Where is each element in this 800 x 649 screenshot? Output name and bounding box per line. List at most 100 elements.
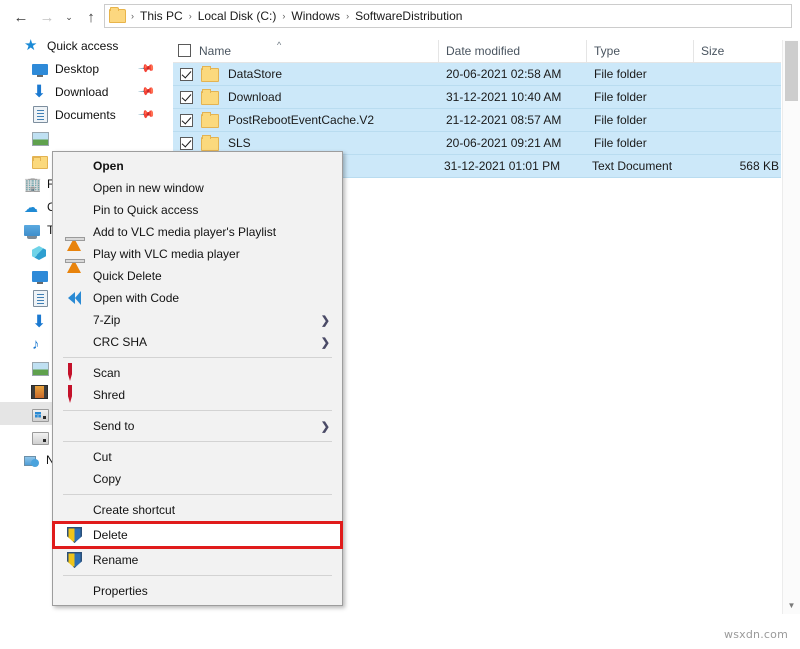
row-checkbox[interactable]	[180, 91, 193, 104]
breadcrumb[interactable]: › This PC › Local Disk (C:) › Windows › …	[104, 4, 792, 28]
file-type: File folder	[594, 67, 701, 81]
menu-separator	[63, 357, 332, 358]
recent-locations-button[interactable]: ⌄	[58, 6, 80, 28]
column-header-name[interactable]: Name ^	[173, 40, 438, 62]
table-row[interactable]: Download 31-12-2021 10:40 AM File folder	[173, 86, 781, 109]
context-menu-item-cut[interactable]: Cut	[53, 446, 342, 468]
vscode-icon	[67, 290, 83, 306]
context-menu-item-send-to[interactable]: Send to ❯	[53, 415, 342, 437]
pictures-icon	[32, 362, 49, 376]
breadcrumb-item-local-disk[interactable]: Local Disk (C:)	[195, 8, 280, 24]
column-header-date-modified[interactable]: Date modified	[438, 40, 586, 62]
scrollbar-thumb[interactable]	[785, 41, 798, 101]
context-menu-item-scan[interactable]: Scan	[53, 362, 342, 384]
file-size: 568 KB	[699, 159, 779, 173]
context-menu[interactable]: Open Open in new window Pin to Quick acc…	[52, 151, 343, 606]
documents-icon	[33, 290, 48, 307]
file-date-modified: 20-06-2021 09:21 AM	[446, 136, 594, 150]
sidebar-item-label: Download	[55, 85, 108, 99]
pin-icon[interactable]: 📌	[138, 59, 157, 78]
context-menu-label: CRC SHA	[93, 335, 147, 349]
context-menu-label: Pin to Quick access	[93, 203, 198, 217]
context-menu-item-open-in-new-window[interactable]: Open in new window	[53, 177, 342, 199]
sidebar-item-quick-access[interactable]: ★ Quick access	[0, 34, 170, 57]
file-date-modified: 21-12-2021 08:57 AM	[446, 113, 594, 127]
context-menu-item-pin-to-quick-access[interactable]: Pin to Quick access	[53, 199, 342, 221]
desktop-icon	[32, 64, 48, 75]
context-menu-label: Open	[93, 159, 124, 173]
file-type: Text Document	[592, 159, 699, 173]
pin-icon[interactable]: 📌	[138, 82, 157, 101]
breadcrumb-separator: ›	[279, 11, 288, 21]
file-date-modified: 31-12-2021 10:40 AM	[446, 90, 594, 104]
breadcrumb-item-this-pc[interactable]: This PC	[137, 8, 186, 24]
row-checkbox[interactable]	[180, 114, 193, 127]
chevron-right-icon: ❯	[321, 420, 330, 433]
context-menu-label: Add to VLC media player's Playlist	[93, 225, 276, 239]
context-menu-item-properties[interactable]: Properties	[53, 580, 342, 602]
breadcrumb-separator: ›	[128, 11, 137, 21]
pin-icon[interactable]: 📌	[138, 105, 157, 124]
sidebar-item-pictures[interactable]	[0, 126, 170, 149]
context-menu-item-delete[interactable]: Delete	[52, 521, 343, 549]
menu-separator	[63, 441, 332, 442]
breadcrumb-item-windows[interactable]: Windows	[288, 8, 343, 24]
menu-separator	[63, 575, 332, 576]
sidebar-item-download[interactable]: ⬇ Download 📌	[0, 80, 170, 103]
select-all-checkbox[interactable]	[178, 44, 191, 57]
this-pc-icon	[24, 225, 40, 236]
address-bar: ← → ⌄ ↑ › This PC › Local Disk (C:) › Wi…	[0, 0, 800, 32]
chevron-right-icon: ❯	[321, 314, 330, 327]
3d-objects-icon	[32, 246, 46, 260]
context-menu-label: Quick Delete	[93, 269, 162, 283]
uac-shield-icon	[67, 552, 83, 568]
context-menu-item-quick-delete[interactable]: Quick Delete	[53, 265, 342, 287]
quick-access-star-icon: ★	[24, 38, 40, 54]
row-checkbox[interactable]	[180, 137, 193, 150]
context-menu-label: Play with VLC media player	[93, 247, 240, 261]
context-menu-label: Open with Code	[93, 291, 179, 305]
watermark: wsxdn.com	[724, 628, 788, 641]
row-checkbox[interactable]	[180, 68, 193, 81]
sidebar-item-desktop[interactable]: Desktop 📌	[0, 57, 170, 80]
context-menu-item-crc-sha[interactable]: CRC SHA ❯	[53, 331, 342, 353]
table-row[interactable]: DataStore 20-06-2021 02:58 AM File folde…	[173, 63, 781, 86]
context-menu-item-open[interactable]: Open	[53, 155, 342, 177]
mcafee-shield-icon	[67, 365, 83, 381]
documents-icon	[33, 106, 48, 123]
download-icon: ⬇	[32, 314, 48, 330]
context-menu-label: Open in new window	[93, 181, 204, 195]
column-header-type-label: Type	[594, 44, 620, 58]
file-type: File folder	[594, 136, 701, 150]
videos-icon	[32, 386, 47, 398]
back-button[interactable]: ←	[10, 6, 32, 28]
desktop-icon	[32, 271, 48, 282]
context-menu-item-7-zip[interactable]: 7-Zip ❯	[53, 309, 342, 331]
breadcrumb-item-softwaredistribution[interactable]: SoftwareDistribution	[352, 8, 465, 24]
file-name: Download	[228, 90, 446, 104]
context-menu-item-rename[interactable]: Rename	[53, 549, 342, 571]
column-header-name-label: Name	[199, 44, 231, 58]
mcafee-shield-icon	[67, 387, 83, 403]
breadcrumb-separator: ›	[343, 11, 352, 21]
table-row[interactable]: PostRebootEventCache.V2 21-12-2021 08:57…	[173, 109, 781, 132]
file-type: File folder	[594, 113, 701, 127]
column-header-size[interactable]: Size	[693, 40, 781, 62]
context-menu-item-play-with-vlc[interactable]: Play with VLC media player	[53, 243, 342, 265]
forward-button[interactable]: →	[36, 6, 58, 28]
breadcrumb-separator: ›	[186, 11, 195, 21]
column-header-type[interactable]: Type	[586, 40, 693, 62]
sort-ascending-icon: ^	[277, 41, 281, 50]
scroll-down-arrow-icon[interactable]: ▼	[783, 597, 800, 614]
context-menu-item-open-with-code[interactable]: Open with Code	[53, 287, 342, 309]
context-menu-item-copy[interactable]: Copy	[53, 468, 342, 490]
vertical-scrollbar[interactable]: ▲ ▼	[782, 40, 800, 614]
context-menu-item-add-to-vlc-playlist[interactable]: Add to VLC media player's Playlist	[53, 221, 342, 243]
context-menu-item-create-shortcut[interactable]: Create shortcut	[53, 499, 342, 521]
building-icon: 🏢	[24, 176, 40, 192]
context-menu-item-shred[interactable]: Shred	[53, 384, 342, 406]
context-menu-label: Properties	[93, 584, 148, 598]
uac-shield-icon	[67, 527, 83, 543]
sidebar-item-documents[interactable]: Documents 📌	[0, 103, 170, 126]
up-one-level-button[interactable]: ↑	[80, 6, 102, 28]
